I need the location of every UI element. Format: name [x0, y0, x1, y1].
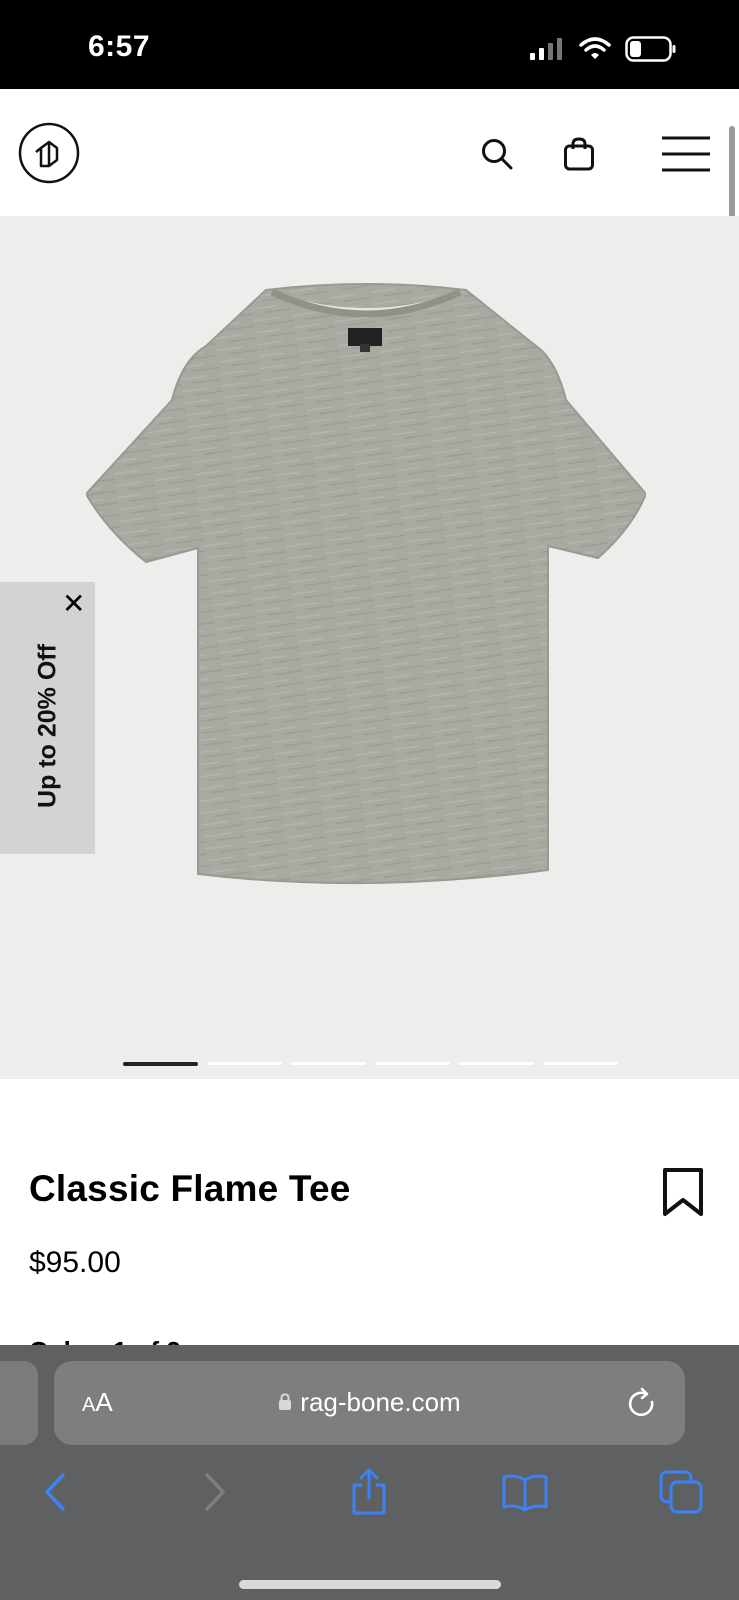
battery-icon — [625, 36, 676, 62]
forward-button[interactable] — [190, 1467, 240, 1517]
search-button[interactable] — [472, 129, 522, 179]
menu-button[interactable] — [656, 129, 716, 179]
share-button[interactable] — [344, 1467, 394, 1517]
bookmarks-button[interactable] — [500, 1467, 550, 1517]
wifi-icon — [579, 37, 611, 59]
promo-label: Up to 20% Off — [33, 644, 62, 808]
site-header — [0, 89, 739, 216]
reload-icon[interactable] — [625, 1387, 659, 1421]
status-icons — [529, 36, 677, 62]
promo-tab[interactable]: ✕ Up to 20% Off — [0, 582, 95, 854]
gallery-dot[interactable] — [291, 1062, 366, 1065]
back-icon — [45, 1473, 65, 1511]
url-text: rag-bone.com — [300, 1387, 461, 1417]
gallery-dot[interactable] — [459, 1062, 534, 1065]
product-image — [86, 283, 646, 885]
lock-icon — [279, 1393, 292, 1411]
shopping-bag-icon — [564, 137, 594, 171]
gallery-dot[interactable] — [207, 1062, 282, 1065]
search-icon — [482, 139, 513, 170]
status-time: 6:57 — [88, 30, 151, 63]
home-indicator — [239, 1580, 501, 1589]
gallery-dot[interactable] — [543, 1062, 618, 1065]
hamburger-menu-icon — [662, 136, 710, 172]
close-icon[interactable]: ✕ — [62, 590, 85, 618]
cellular-signal-icon — [530, 38, 562, 60]
gallery-dot[interactable] — [123, 1062, 198, 1066]
gallery-dot[interactable] — [375, 1062, 450, 1065]
url-display[interactable]: rag-bone.com — [54, 1387, 685, 1418]
gallery-pagination — [123, 1062, 618, 1066]
product-price: $95.00 — [29, 1246, 121, 1279]
browser-toolbar: AA rag-bone.com — [0, 1345, 739, 1600]
bookmark-icon — [663, 1168, 703, 1216]
rag-bone-logo[interactable] — [18, 122, 80, 184]
product-title: Classic Flame Tee — [29, 1168, 351, 1209]
bookmarks-icon — [502, 1474, 548, 1512]
back-button[interactable] — [30, 1467, 80, 1517]
share-icon — [352, 1468, 386, 1515]
tabs-icon — [659, 1470, 703, 1514]
product-image-gallery[interactable] — [0, 216, 739, 1079]
wishlist-button[interactable] — [660, 1166, 706, 1218]
tabs-button[interactable] — [656, 1467, 706, 1517]
status-bar: 6:57 — [0, 0, 739, 89]
address-bar[interactable]: AA rag-bone.com — [54, 1361, 685, 1445]
forward-icon — [205, 1473, 225, 1511]
previous-tab-preview[interactable] — [0, 1361, 38, 1445]
shopping-bag-button[interactable] — [554, 129, 604, 179]
